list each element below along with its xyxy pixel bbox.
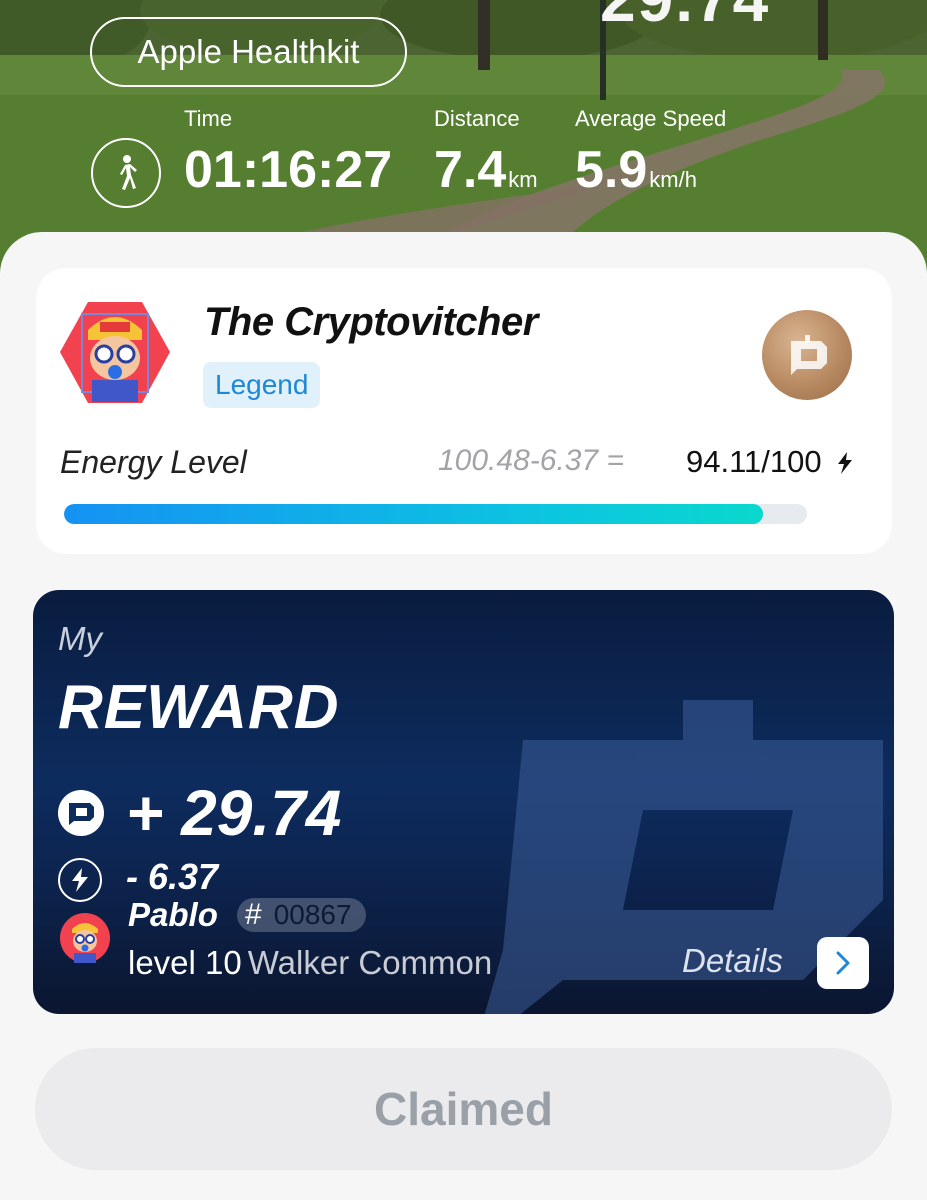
chevron-right-icon (836, 951, 850, 975)
reward-my-label: My (58, 620, 102, 657)
energy-progress-fill (64, 504, 764, 524)
speed-label: Average Speed (575, 106, 727, 131)
distance-unit: km (508, 167, 538, 192)
walker-level-text: level 10 (128, 944, 242, 981)
energy-progress-bar (64, 504, 807, 524)
distance-value: 7.4km (434, 140, 538, 200)
walker-avatar[interactable] (60, 913, 110, 963)
time-label: Time (184, 106, 233, 131)
walker-id-badge: # 00867 (237, 898, 366, 932)
crypto-coin-icon[interactable] (762, 310, 852, 400)
walking-person-icon (91, 138, 161, 208)
avatar[interactable] (60, 300, 170, 405)
top-reward-value: 29.74 (600, 0, 770, 36)
speed-number: 5.9 (575, 141, 648, 199)
distance-label: Distance (434, 106, 520, 131)
energy-value: 94.11/100 (686, 444, 822, 479)
energy-formula: 100.48-6.37 = (438, 444, 624, 477)
details-link[interactable]: Details (682, 942, 783, 980)
data-source-badge[interactable]: Apple Healthkit (90, 17, 407, 87)
walker-name: Pablo (128, 896, 218, 933)
walker-id: 00867 (273, 899, 352, 930)
distance-number: 7.4 (434, 141, 507, 199)
claimed-button[interactable]: Claimed (35, 1048, 892, 1170)
walker-class: Walker Common (247, 944, 493, 981)
energy-level-label: Energy Level (60, 444, 247, 480)
speed-unit: km/h (649, 167, 697, 192)
reward-title: REWARD (58, 673, 340, 742)
player-name: The Cryptovitcher (204, 300, 538, 344)
reward-amount: + 29.74 (126, 777, 342, 849)
lightning-circle-icon (58, 858, 102, 902)
energy-cost: - 6.37 (126, 856, 219, 897)
rank-badge: Legend (203, 362, 321, 408)
time-value: 01:16:27 (184, 141, 393, 199)
details-button[interactable] (817, 937, 869, 989)
crypto-token-icon (58, 790, 104, 836)
speed-value: 5.9km/h (575, 140, 697, 200)
walker-level: level 10 Walker Common (128, 944, 492, 982)
hash-icon: # (245, 898, 262, 931)
lightning-icon (836, 452, 854, 474)
